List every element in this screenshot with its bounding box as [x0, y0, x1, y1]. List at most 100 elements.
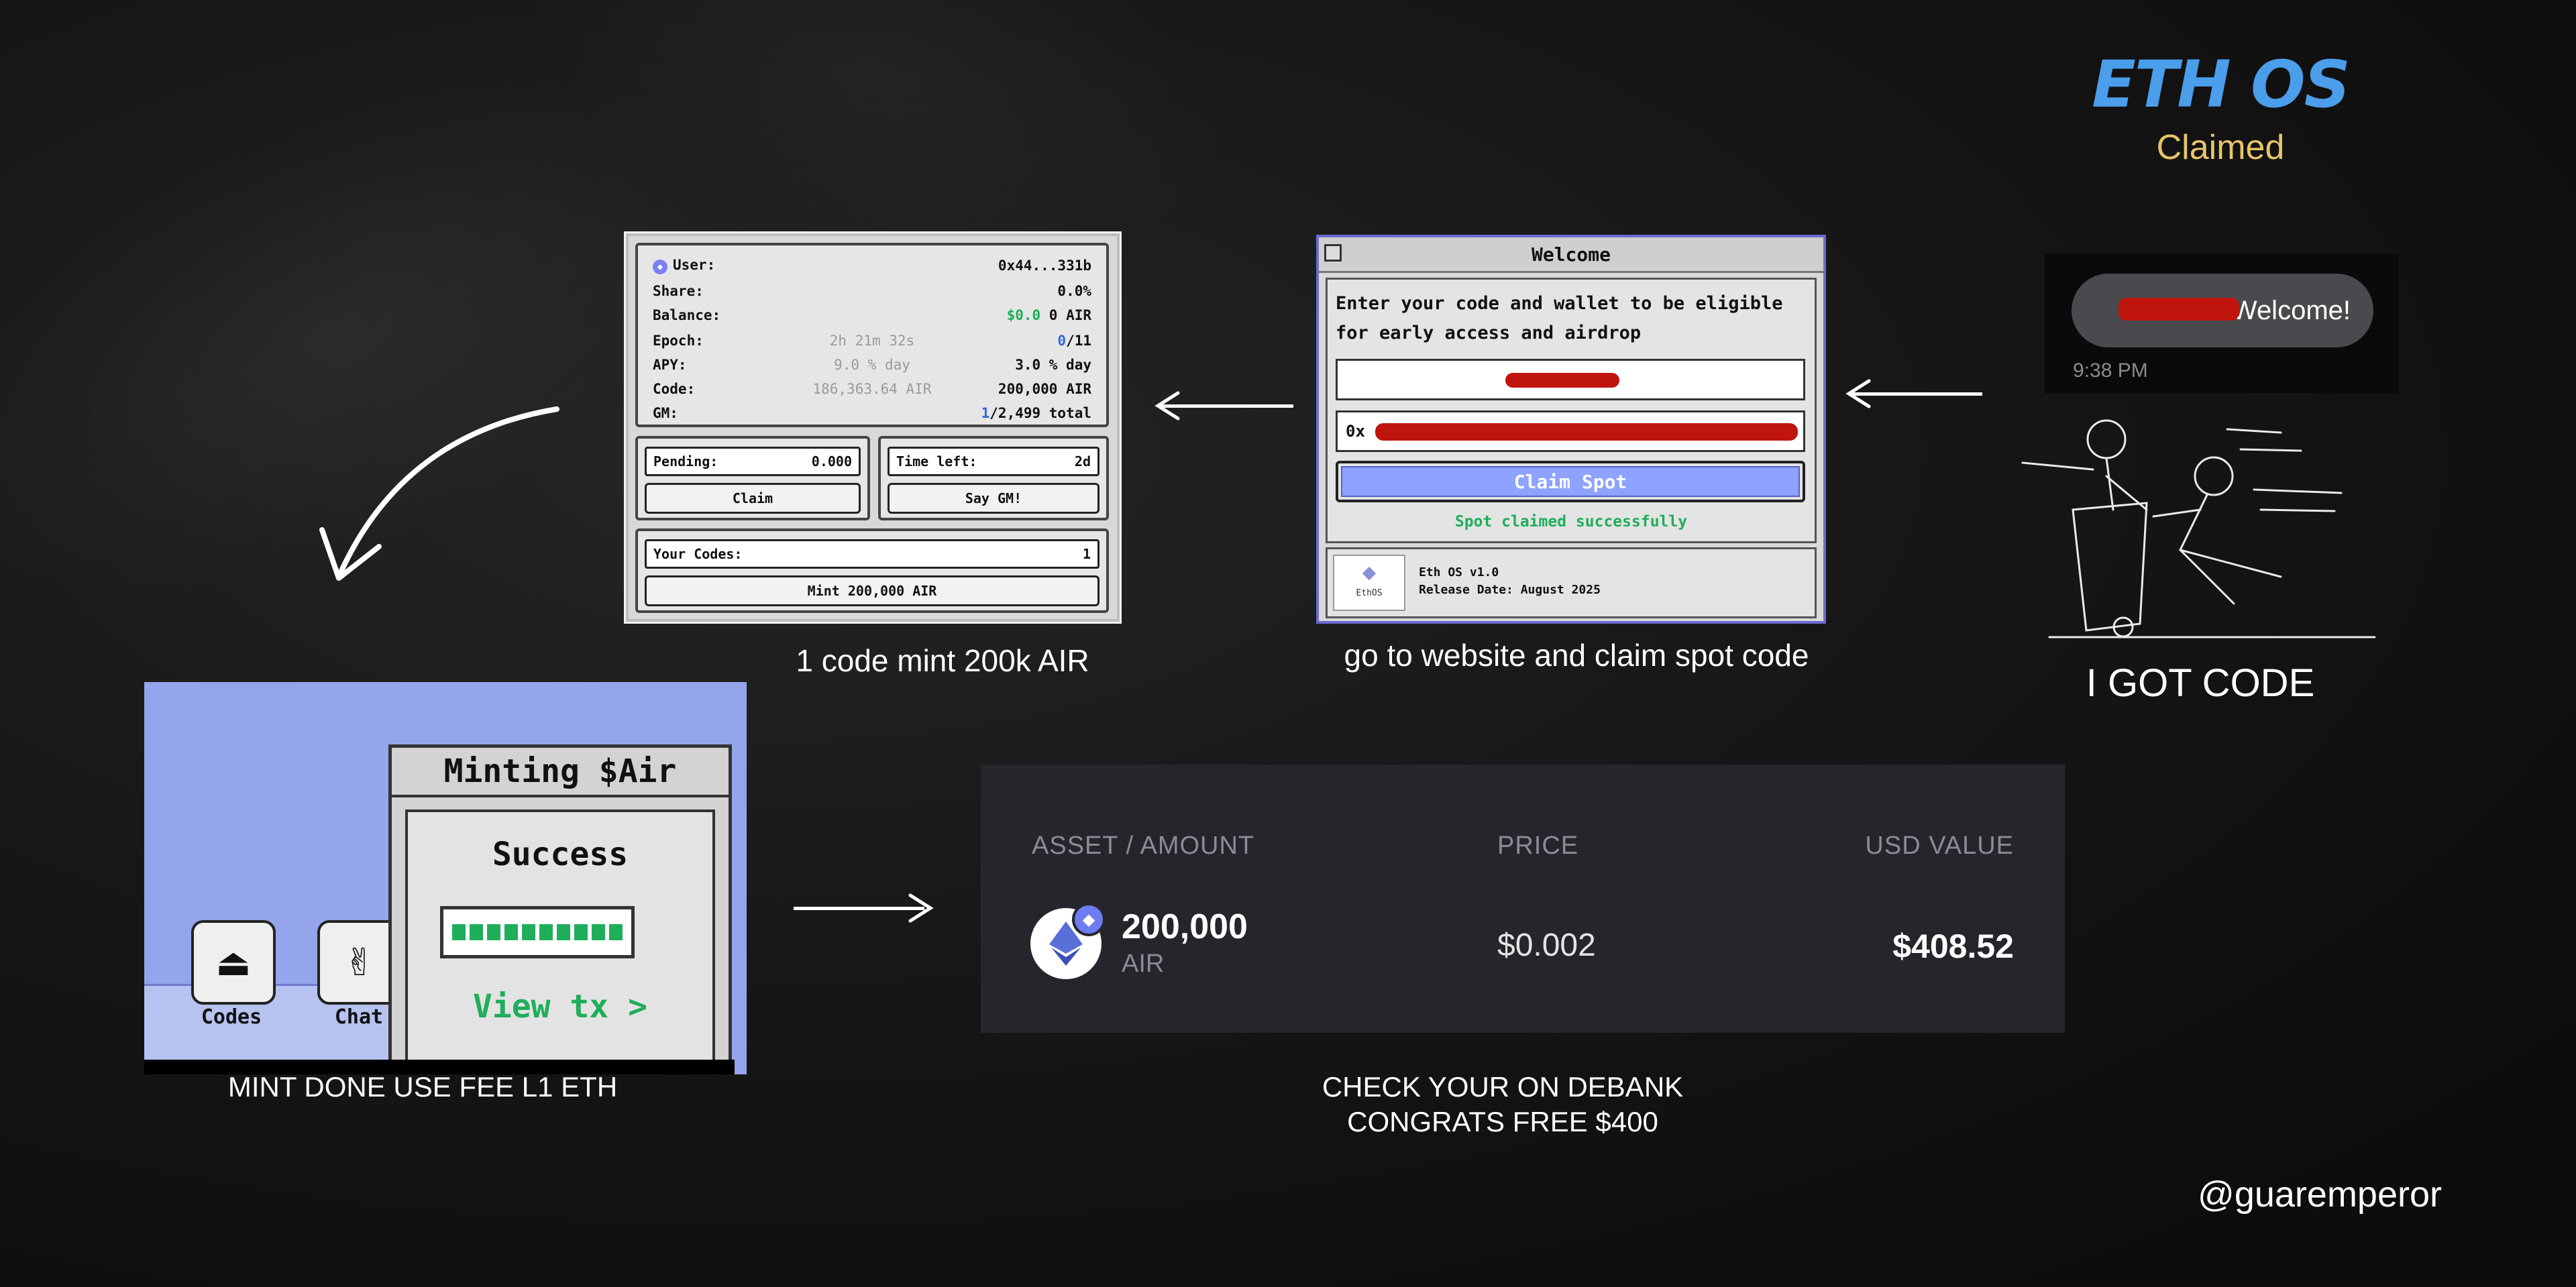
time-left-box: Time left: 2d Say GM! — [878, 436, 1109, 520]
stat-row-share: Share: 0.0% — [653, 279, 1091, 303]
stats-panel: ◆ User: 0x44...331b Share: 0.0% Balance: … — [624, 231, 1122, 624]
brand-subtitle: Claimed — [2156, 128, 2285, 167]
arrow-left-head — [1155, 391, 1180, 421]
token-usd-value: $408.52 — [1892, 928, 2014, 965]
your-codes-value: 1 — [1082, 546, 1091, 562]
version-text: Eth OS v1.0 — [1419, 565, 1499, 579]
stat-label: Balance: — [653, 307, 721, 323]
chat-text: Welcome! — [2231, 295, 2351, 325]
release-date-text: Release Date: August 2025 — [1419, 583, 1601, 597]
stat-value: 0/11 — [1057, 333, 1091, 349]
debank-asset-card: ASSET / AMOUNT PRICE USD VALUE ◆ 200,000… — [981, 765, 2065, 1033]
pending-value: 0.000 — [811, 453, 852, 469]
stat-row-user: ◆ User: 0x44...331b — [653, 254, 1091, 278]
caption-got-code: I GOT CODE — [2086, 661, 2315, 705]
minting-progress-bar — [440, 906, 635, 958]
chat-bubble: Welcome! — [2072, 274, 2373, 347]
view-tx-link[interactable]: View tx > — [408, 988, 712, 1025]
redacted-code — [1505, 373, 1619, 388]
stats-box: ◆ User: 0x44...331b Share: 0.0% Balance: … — [635, 243, 1109, 427]
time-left-value: 2d — [1074, 453, 1091, 469]
claim-spot-button[interactable]: Claim Spot — [1336, 461, 1805, 502]
chat-timestamp: 9:38 PM — [2073, 359, 2148, 382]
redacted-wallet — [1375, 423, 1798, 441]
claim-spot-label: Claim Spot — [1341, 466, 1800, 497]
stat-value: 1/2,499 total — [981, 405, 1091, 421]
welcome-body: Enter your code and wallet to be eligibl… — [1326, 278, 1817, 543]
wallet-prefix: 0x — [1346, 422, 1365, 441]
stat-value: 0.0% — [1057, 283, 1091, 299]
welcome-window: Welcome Enter your code and wallet to be… — [1316, 235, 1826, 624]
stat-value: 200,000 AIR — [998, 381, 1091, 397]
stat-row-gm: GM: 1/2,499 total — [653, 401, 1091, 425]
say-gm-button[interactable]: Say GM! — [888, 483, 1099, 514]
time-left-field: Time left: 2d — [888, 447, 1099, 476]
close-box-icon[interactable] — [1324, 244, 1342, 262]
token-price: $0.002 — [1497, 928, 1596, 963]
arrow-left-head — [1845, 379, 1871, 408]
eject-icon[interactable]: ⏏ — [191, 920, 276, 1005]
header-asset: ASSET / AMOUNT — [1032, 832, 1255, 860]
header-price: PRICE — [1497, 832, 1579, 860]
dock-label-codes: Codes — [201, 1005, 262, 1029]
caption-line: CONGRATS FREE $400 — [1347, 1106, 1658, 1137]
caption-mint-done: MINT DONE USE FEE L1 ETH — [227, 1071, 618, 1103]
caption-check-debank: CHECK YOUR ON DEBANK CONGRATS FREE $400 — [1208, 1070, 1798, 1139]
welcome-footer: ◆ EthOS Eth OS v1.0 Release Date: August… — [1326, 547, 1817, 618]
header-usd: USD VALUE — [1865, 832, 2014, 860]
ethereum-icon: ◆ — [653, 260, 667, 274]
codes-box: Your Codes: 1 Mint 200,000 AIR — [635, 528, 1109, 613]
stat-row-apy: APY: 9.0 % day 3.0 % day — [653, 353, 1091, 377]
stick-figure-illustration — [2021, 419, 2376, 638]
stat-mid: 186,363.64 AIR — [812, 381, 932, 397]
minting-status: Success — [492, 836, 629, 873]
pending-box: Pending: 0.000 Claim — [635, 436, 870, 520]
time-left-label: Time left: — [896, 453, 977, 469]
stat-mid: 2h 21m 32s — [829, 333, 915, 349]
welcome-instructions: Enter your code and wallet to be eligibl… — [1336, 293, 1783, 343]
stat-label: Epoch: — [653, 333, 704, 349]
wallet-input[interactable]: 0x — [1336, 410, 1805, 452]
ethos-logo-text: EthOS — [1356, 588, 1383, 598]
minting-screen: ⏏ Codes ✌ Chat Minting $Air Success View… — [144, 682, 747, 1074]
caption-go-website: go to website and claim spot code — [1344, 638, 1809, 673]
arrow-right-head — [908, 893, 934, 923]
caption-line: CHECK YOUR ON DEBANK — [1322, 1071, 1684, 1103]
ethereum-badge-icon: ◆ — [1072, 903, 1106, 936]
mint-air-button[interactable]: Mint 200,000 AIR — [645, 575, 1099, 606]
redacted-sender — [2118, 298, 2239, 321]
pending-field: Pending: 0.000 — [645, 447, 861, 476]
minting-window: Minting $Air Success View tx > — [388, 744, 732, 1074]
ethereum-logo-icon: ◆ — [1362, 559, 1377, 585]
stat-row-epoch: Epoch: 2h 21m 32s 0/11 — [653, 329, 1091, 353]
pending-label: Pending: — [653, 453, 718, 469]
token-symbol: AIR — [1122, 950, 1165, 978]
welcome-titlebar: Welcome — [1319, 237, 1823, 273]
brand-title: ETH OS — [2092, 47, 2351, 122]
minting-body: Success View tx > — [405, 809, 715, 1074]
stat-value: $0.0 0 AIR — [1006, 307, 1091, 323]
stat-label: Share: — [653, 283, 704, 299]
stat-label: APY: — [653, 357, 687, 373]
stat-value: 0x44...331b — [998, 258, 1091, 274]
chat-message: Welcome! 9:38 PM — [2045, 254, 2399, 393]
your-codes-label: Your Codes: — [653, 546, 743, 562]
code-input[interactable] — [1336, 359, 1805, 400]
stat-label: GM: — [653, 405, 678, 421]
author-handle: @guaremperor — [2198, 1174, 2442, 1215]
caption-mint-code: 1 code mint 200k AIR — [796, 643, 1089, 678]
welcome-title: Welcome — [1531, 243, 1611, 266]
your-codes-field: Your Codes: 1 — [645, 539, 1099, 569]
stat-row-balance: Balance: $0.0 0 AIR — [653, 303, 1091, 327]
success-message: Spot claimed successfully — [1454, 513, 1688, 530]
stat-label: Code: — [653, 381, 696, 397]
stat-mid: 9.0 % day — [834, 357, 910, 373]
claim-button[interactable]: Claim — [645, 483, 861, 514]
token-amount: 200,000 — [1122, 907, 1248, 946]
stat-label: ◆ User: — [653, 257, 787, 274]
stat-value: 3.0 % day — [1015, 357, 1091, 373]
curved-arrow — [319, 406, 559, 581]
stat-row-code: Code: 186,363.64 AIR 200,000 AIR — [653, 377, 1091, 401]
ethos-logo: ◆ EthOS — [1333, 555, 1405, 611]
minting-title: Minting $Air — [392, 748, 729, 797]
